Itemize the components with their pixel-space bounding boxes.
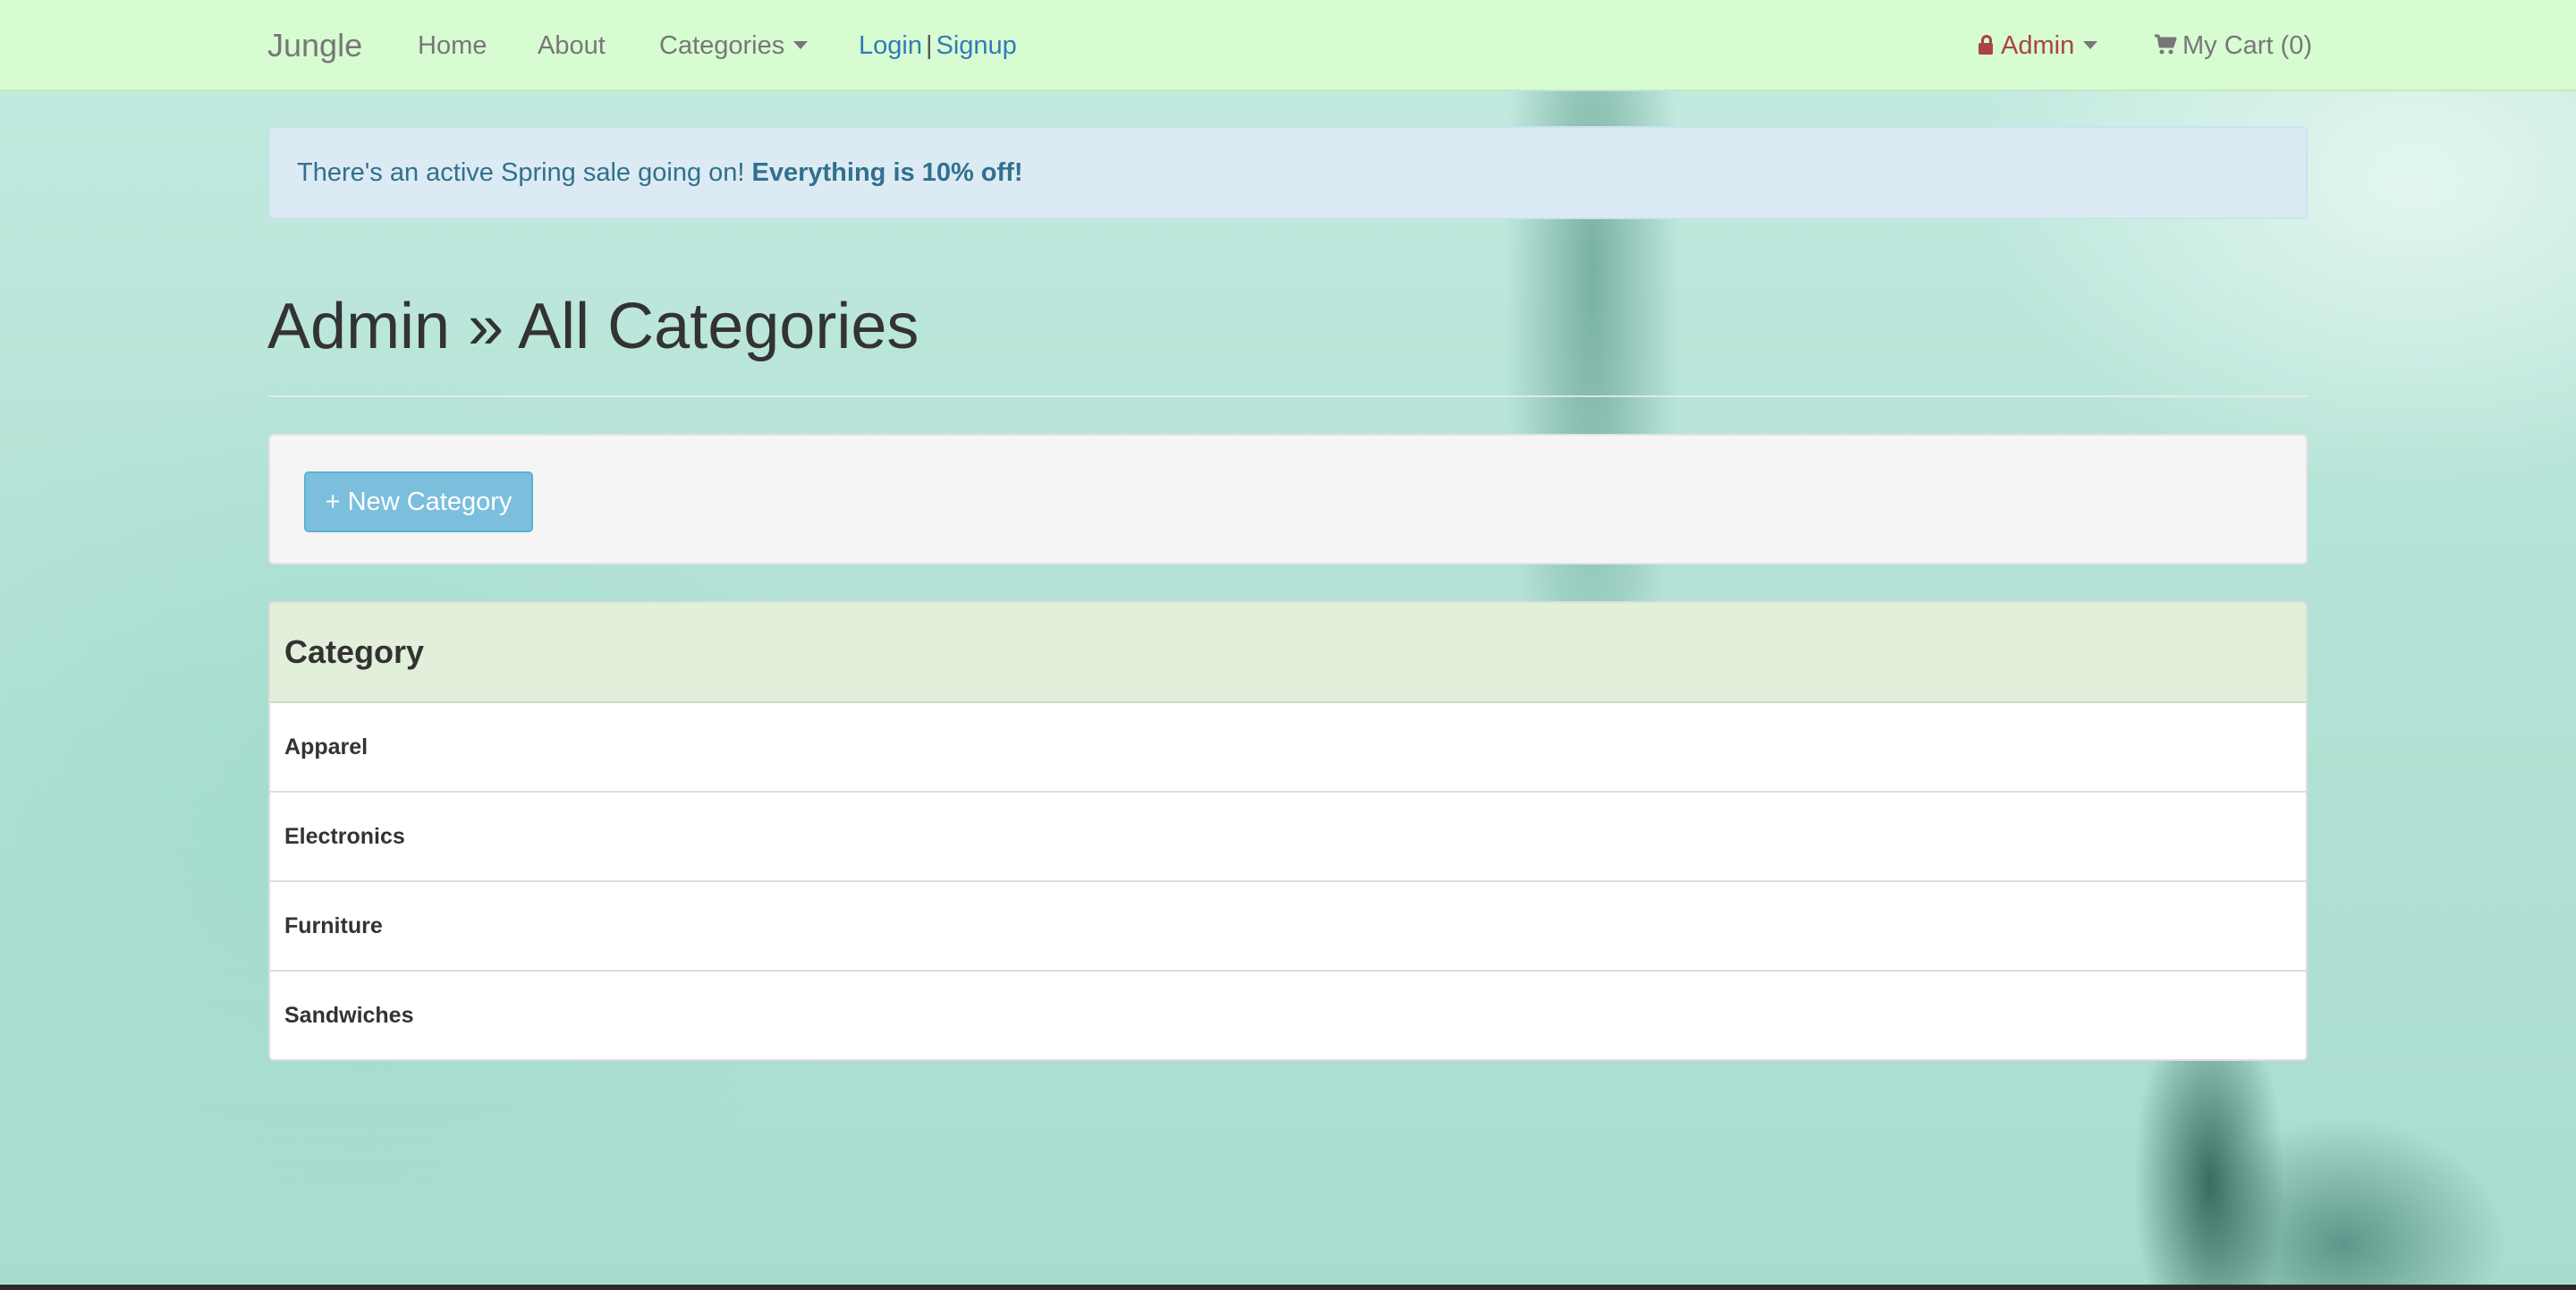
top-navbar: Jungle Home About Categories Login | Signu… — [0, 0, 2576, 91]
nav-about-link[interactable]: About — [538, 0, 606, 91]
auth-separator: | — [925, 31, 933, 60]
signup-link[interactable]: Signup — [936, 31, 1017, 60]
nav-home-link[interactable]: Home — [418, 0, 487, 91]
table-header-category: Category — [270, 603, 2306, 703]
caret-down-icon — [2083, 40, 2098, 49]
lock-icon — [1979, 34, 1993, 55]
nav-cart-link[interactable]: My Cart (0) — [2154, 0, 2312, 91]
nav-cart-label: My Cart (0) — [2182, 31, 2312, 60]
sale-alert-bold: Everything is 10% off! — [751, 158, 1023, 187]
caret-down-icon — [793, 40, 809, 49]
table-row: Sandwiches — [270, 972, 2306, 1059]
nav-admin-label: Admin — [2001, 31, 2075, 60]
page-title-divider — [268, 395, 2308, 397]
categories-table: Category Apparel Electronics Furniture S… — [268, 601, 2308, 1061]
table-row: Furniture — [270, 882, 2306, 972]
table-row: Apparel — [270, 703, 2306, 793]
sale-alert-text: There's an active Spring sale going on! — [297, 158, 745, 187]
brand-logo[interactable]: Jungle — [267, 0, 362, 91]
new-category-button[interactable]: + New Category — [304, 471, 533, 532]
nav-categories-dropdown[interactable]: Categories — [659, 0, 809, 91]
login-link[interactable]: Login — [859, 31, 922, 60]
page-title: Admin » All Categories — [267, 291, 919, 362]
auth-links: Login | Signup — [859, 0, 1017, 91]
page-background: Jungle Home About Categories Login | Signu… — [0, 0, 2576, 1285]
window-bottom-edge — [0, 1285, 2576, 1290]
nav-categories-label: Categories — [659, 31, 785, 60]
nav-admin-dropdown[interactable]: Admin — [1979, 0, 2098, 91]
actions-well: + New Category — [268, 434, 2308, 564]
table-row: Electronics — [270, 793, 2306, 882]
sale-alert: There's an active Spring sale going on! … — [268, 126, 2308, 219]
shopping-cart-icon — [2155, 34, 2177, 55]
